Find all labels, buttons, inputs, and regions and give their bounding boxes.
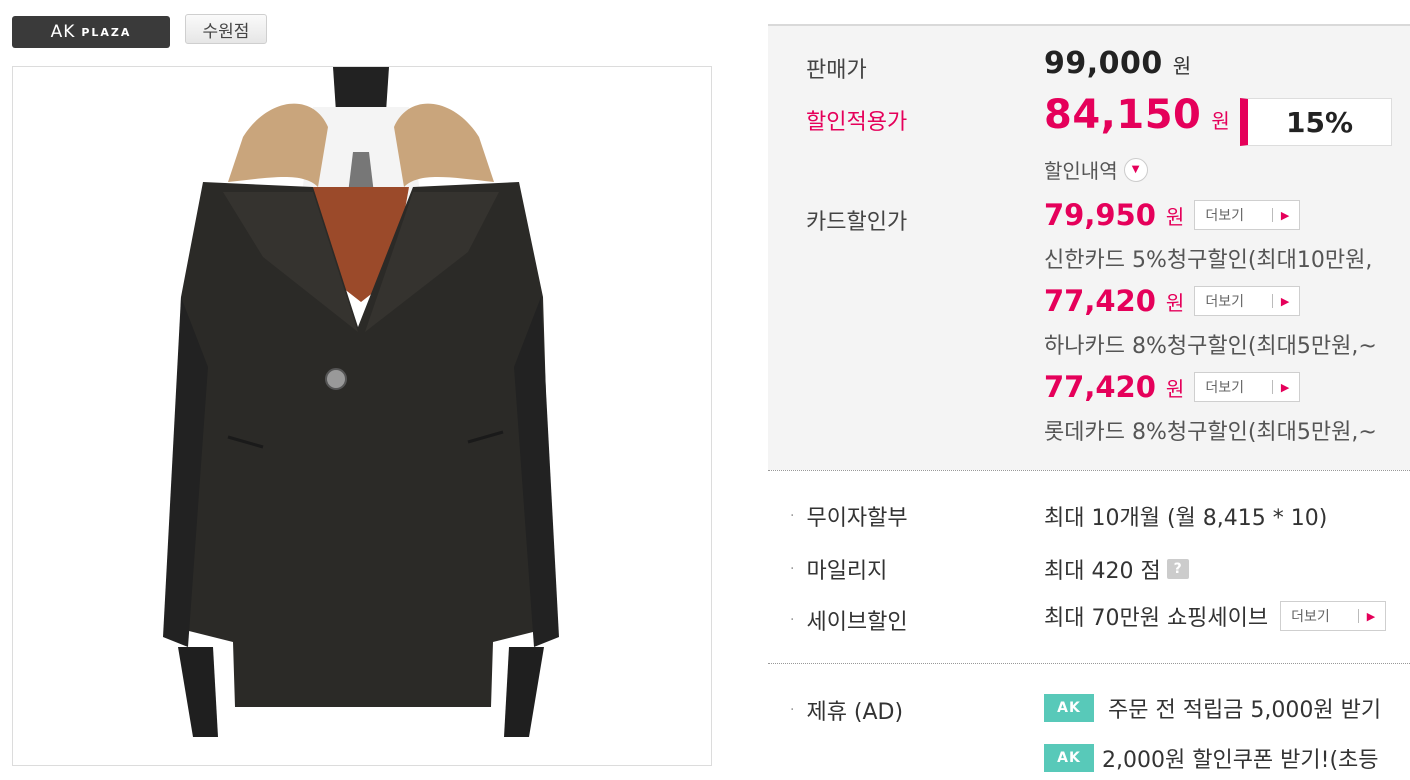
bullet-icon: · bbox=[790, 702, 795, 718]
card-price-value: 77,420 bbox=[1044, 370, 1156, 404]
logo-sub-text: PLAZA bbox=[81, 25, 132, 39]
ak-icon: AK bbox=[1044, 694, 1094, 722]
more-button-label: 더보기 bbox=[1205, 294, 1244, 310]
sale-price-value: 99,000 bbox=[1044, 46, 1163, 81]
card-price-currency: 원 bbox=[1165, 376, 1185, 401]
divider bbox=[1357, 609, 1359, 623]
more-button-label: 더보기 bbox=[1205, 380, 1244, 396]
product-image[interactable] bbox=[12, 66, 712, 766]
arrow-right-icon: ▶ bbox=[1366, 609, 1376, 623]
mileage-row: 최대 420 점 ? bbox=[1044, 553, 1189, 585]
card-benefit-desc: 신한카드 5%청구할인(최대10만원, bbox=[1044, 248, 1373, 273]
discount-price: 84,150 원 bbox=[1044, 92, 1230, 138]
card-row-2: 77,420 원 더보기 ▶ bbox=[1044, 284, 1301, 318]
card-price-value: 77,420 bbox=[1044, 284, 1156, 318]
card-benefit-desc: 롯데카드 8%청구할인(최대5만원,~ bbox=[1044, 420, 1377, 445]
discount-price-label: 할인적용가 bbox=[806, 110, 908, 135]
more-button[interactable]: 더보기 ▶ bbox=[1280, 601, 1387, 631]
sale-price-label: 판매가 bbox=[806, 58, 867, 83]
card-price-currency: 원 bbox=[1165, 290, 1185, 315]
partner-item-1[interactable]: AK 주문 전 적립금 5,000원 받기 bbox=[1044, 692, 1381, 724]
arrow-right-icon: ▶ bbox=[1280, 294, 1290, 308]
benefit-label: 무이자할부 bbox=[806, 506, 908, 531]
coat-image bbox=[163, 67, 559, 737]
divider bbox=[1271, 208, 1273, 222]
more-button[interactable]: 더보기 ▶ bbox=[1194, 200, 1301, 230]
card-row-1: 79,950 원 더보기 ▶ bbox=[1044, 198, 1301, 232]
benefit-save: · 세이브할인 bbox=[790, 604, 908, 636]
discount-rate-badge: 15% bbox=[1240, 98, 1392, 146]
benefit-value: 최대 10개월 (월 8,415 * 10) bbox=[1044, 506, 1328, 531]
card-price-value: 79,950 bbox=[1044, 198, 1156, 232]
card-benefit-desc: 하나카드 8%청구할인(최대5만원,~ bbox=[1044, 334, 1377, 359]
divider bbox=[1271, 380, 1273, 394]
partner-label: 제휴 (AD) bbox=[806, 700, 904, 725]
partner-item-2[interactable]: AK 2,000원 할인쿠폰 받기!(초등 bbox=[1044, 742, 1379, 774]
chevron-down-icon[interactable]: ▼ bbox=[1123, 157, 1148, 182]
sale-price: 99,000 원 bbox=[1044, 46, 1191, 81]
partner-section: · 제휴 (AD) bbox=[790, 694, 903, 726]
benefit-value: 최대 420 점 bbox=[1044, 559, 1161, 584]
more-button-label: 더보기 bbox=[1205, 208, 1244, 224]
bullet-icon: · bbox=[790, 508, 795, 524]
bullet-icon: · bbox=[790, 561, 795, 577]
ak-plaza-logo[interactable]: AK PLAZA bbox=[12, 16, 170, 48]
bullet-icon: · bbox=[790, 612, 795, 628]
more-button-label: 더보기 bbox=[1291, 609, 1330, 625]
discount-detail-toggle[interactable]: 할인내역 ▼ bbox=[1044, 155, 1148, 184]
logo-main-text: AK bbox=[50, 22, 76, 42]
benefit-value: 최대 70만원 쇼핑세이브 bbox=[1044, 606, 1269, 631]
more-button[interactable]: 더보기 ▶ bbox=[1194, 286, 1301, 316]
help-icon[interactable]: ? bbox=[1166, 559, 1189, 579]
card-price-currency: 원 bbox=[1165, 204, 1185, 229]
more-button[interactable]: 더보기 ▶ bbox=[1194, 372, 1301, 402]
discount-price-currency: 원 bbox=[1211, 109, 1230, 133]
discount-detail-label: 할인내역 bbox=[1044, 159, 1118, 183]
section-divider bbox=[768, 663, 1410, 664]
benefit-label: 마일리지 bbox=[806, 559, 888, 584]
save-row: 최대 70만원 쇼핑세이브 더보기 ▶ bbox=[1044, 600, 1387, 632]
card-row-3: 77,420 원 더보기 ▶ bbox=[1044, 370, 1301, 404]
partner-item-text: 2,000원 할인쿠폰 받기!(초등 bbox=[1102, 748, 1379, 773]
partner-item-text: 주문 전 적립금 5,000원 받기 bbox=[1108, 698, 1382, 723]
benefit-label: 세이브할인 bbox=[806, 610, 908, 635]
ak-icon: AK bbox=[1044, 744, 1094, 772]
arrow-right-icon: ▶ bbox=[1280, 208, 1290, 222]
section-divider bbox=[768, 470, 1410, 471]
divider bbox=[1271, 294, 1273, 308]
sale-price-currency: 원 bbox=[1172, 54, 1192, 78]
store-badge[interactable]: 수원점 bbox=[185, 14, 267, 44]
arrow-right-icon: ▶ bbox=[1280, 380, 1290, 394]
benefit-mileage: · 마일리지 bbox=[790, 553, 887, 585]
benefit-installment: · 무이자할부 bbox=[790, 500, 908, 532]
discount-price-value: 84,150 bbox=[1044, 92, 1202, 138]
card-price-label: 카드할인가 bbox=[806, 210, 908, 235]
